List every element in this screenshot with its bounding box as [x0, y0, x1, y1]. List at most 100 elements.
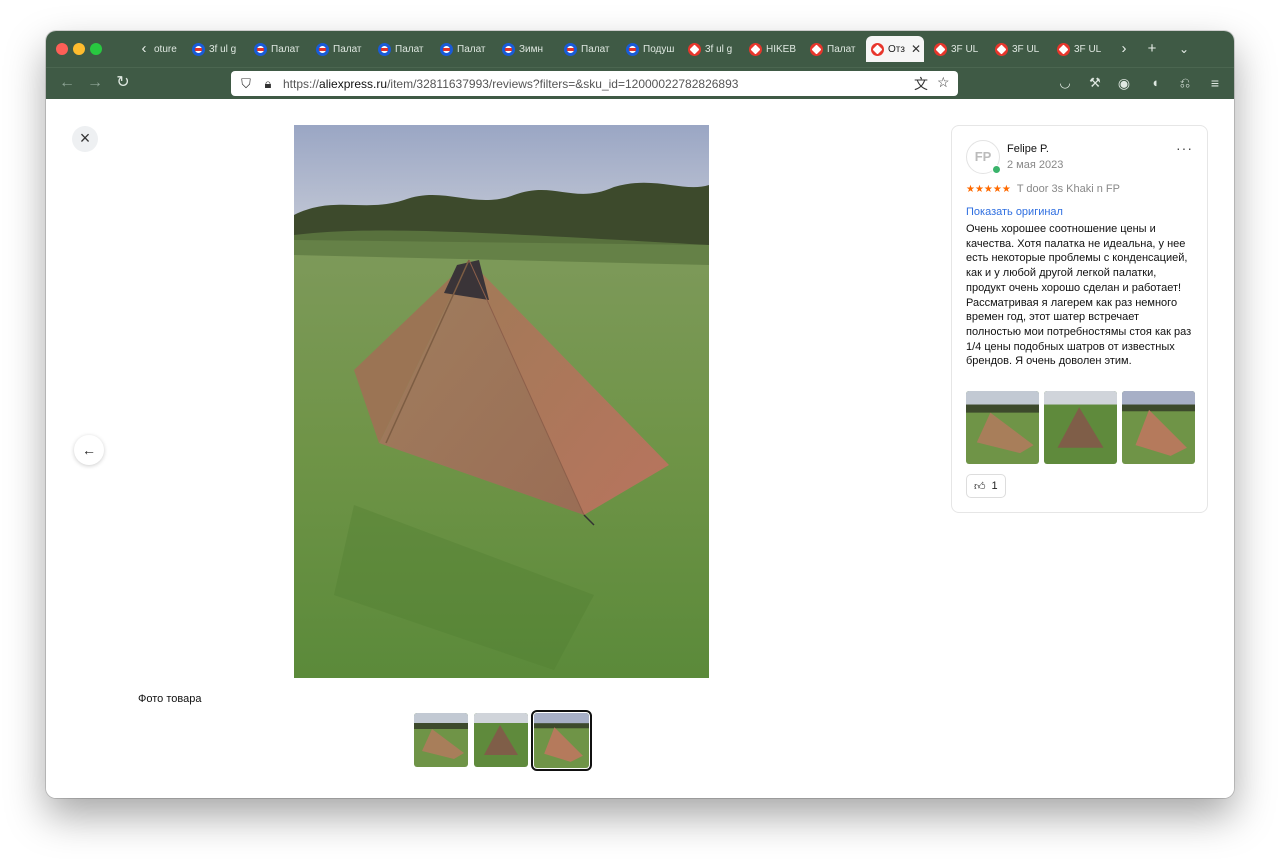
review-photo-1[interactable]	[966, 391, 1039, 464]
privacy-shield-icon[interactable]: ◖	[1144, 72, 1166, 94]
main-product-photo	[294, 125, 709, 678]
review-photo-2[interactable]	[1044, 391, 1117, 464]
review-author[interactable]: Felipe P.	[1007, 143, 1049, 155]
reload-icon[interactable]: ↻	[112, 72, 134, 94]
aliexpress-icon	[934, 42, 947, 56]
tab-10[interactable]: HIKEB	[749, 37, 807, 61]
tab-15[interactable]: 3F UL	[1057, 37, 1113, 61]
thumbs-up-icon: 👍︎	[974, 480, 986, 493]
wrench-icon[interactable]: ⚒	[1084, 72, 1106, 94]
review-text: Очень хорошее соотношение цены и качеств…	[966, 223, 1192, 368]
url-text[interactable]: https://aliexpress.ru/item/32811637993/r…	[283, 77, 738, 91]
aliexpress-icon	[810, 42, 823, 56]
photo-thumbnail-2[interactable]	[474, 713, 528, 767]
close-icon[interactable]: ×	[72, 126, 98, 152]
tent-photo-image	[294, 125, 709, 678]
ozon-icon	[564, 42, 577, 56]
review-date: 2 мая 2023	[1007, 159, 1064, 171]
tab-label: 3F UL	[951, 43, 979, 55]
zoom-window-button[interactable]	[90, 43, 102, 55]
tab-5[interactable]: Палат	[440, 37, 498, 61]
url-path: /item/32811637993/reviews?filters=&sku_i…	[387, 76, 739, 91]
back-arrow-icon[interactable]: ←	[56, 72, 78, 94]
tab-9[interactable]: 3f ul g	[688, 37, 746, 61]
url-scheme: https://	[283, 76, 320, 91]
aliexpress-icon	[688, 42, 701, 56]
url-host: aliexpress.ru	[319, 76, 388, 91]
lock-icon[interactable]: 🔒︎	[261, 76, 275, 92]
tab-label: Палат	[581, 43, 610, 55]
menu-icon[interactable]: ≡	[1204, 72, 1226, 94]
aliexpress-icon	[1057, 42, 1070, 56]
tab-label: Палат	[333, 43, 362, 55]
forward-arrow-icon[interactable]: →	[84, 72, 106, 94]
ozon-icon	[502, 42, 515, 56]
tab-0[interactable]: oture	[154, 37, 178, 61]
pocket-icon[interactable]: ◡	[1054, 72, 1076, 94]
ozon-icon	[316, 42, 329, 56]
scroll-tabs-right-icon[interactable]: ›	[1114, 38, 1134, 60]
tab-4[interactable]: Палат	[378, 37, 436, 61]
translate-icon[interactable]: 文	[914, 74, 928, 94]
scroll-tabs-left-icon[interactable]: ‹	[134, 38, 154, 60]
star-rating: ★★★★★	[966, 183, 1011, 195]
address-bar[interactable]: ⛉ 🔒︎ https://aliexpress.ru/item/32811637…	[231, 71, 958, 96]
navigation-bar: ← → ↻ ⛉ 🔒︎ https://aliexpress.ru/item/32…	[46, 67, 1234, 99]
show-original-link[interactable]: Показать оригинал	[966, 206, 1063, 218]
tab-label: Палат	[827, 43, 856, 55]
rating-row: ★★★★★ T door 3s Khaki n FP	[966, 183, 1120, 195]
tab-active-reviews[interactable]: Отз ✕	[866, 36, 924, 62]
photo-thumbnail-1[interactable]	[414, 713, 468, 767]
tab-2[interactable]: Палат	[254, 37, 312, 61]
aliexpress-icon	[749, 42, 762, 56]
review-photo-thumbnails	[966, 391, 1195, 464]
aliexpress-icon	[995, 42, 1008, 56]
photo-thumbnails	[414, 710, 592, 771]
review-photo-3[interactable]	[1122, 391, 1195, 464]
like-count: 1	[991, 480, 998, 492]
tab-3[interactable]: Палат	[316, 37, 374, 61]
more-options-button[interactable]: ···	[1176, 140, 1193, 156]
close-window-button[interactable]	[56, 43, 68, 55]
tab-label: 3F UL	[1012, 43, 1040, 55]
tab-label: Палат	[395, 43, 424, 55]
account-icon[interactable]: ◉	[1113, 72, 1135, 94]
tab-6[interactable]: Зимн	[502, 37, 560, 61]
ozon-icon	[626, 42, 639, 56]
aliexpress-icon	[871, 42, 884, 56]
tab-label: Палат	[271, 43, 300, 55]
tab-label: Палат	[457, 43, 486, 55]
tab-label: oture	[154, 43, 177, 55]
tab-label: Зимн	[519, 43, 544, 55]
tab-13[interactable]: 3F UL	[934, 37, 990, 61]
tab-1[interactable]: 3f ul g	[192, 37, 250, 61]
tab-11[interactable]: Палат	[810, 37, 866, 61]
list-tabs-chevron-icon[interactable]: ⌄	[1174, 38, 1194, 60]
tab-label: HIKEB	[766, 43, 797, 55]
like-button[interactable]: 👍︎ 1	[966, 474, 1006, 498]
tab-label: Отз	[888, 43, 905, 55]
tab-strip: ‹ oture 3f ul g Палат Палат Палат Палат …	[46, 31, 1234, 67]
close-tab-icon[interactable]: ✕	[911, 42, 921, 56]
browser-window: ‹ oture 3f ul g Палат Палат Палат Палат …	[46, 31, 1234, 798]
tab-8[interactable]: Подуш	[626, 37, 684, 61]
bookmark-star-icon[interactable]: ☆	[937, 74, 950, 91]
new-tab-icon[interactable]: +	[1142, 38, 1162, 60]
product-variant: T door 3s Khaki n FP	[1016, 183, 1120, 195]
ozon-icon	[440, 42, 453, 56]
verified-badge-icon	[992, 165, 1001, 174]
photo-thumbnail-3[interactable]	[531, 710, 592, 771]
review-card: FP Felipe P. 2 мая 2023 ··· ★★★★★ T door…	[951, 125, 1208, 513]
extensions-icon[interactable]: ⎌	[1174, 72, 1196, 94]
previous-photo-arrow-icon[interactable]: ←	[74, 435, 104, 465]
ozon-icon	[378, 42, 391, 56]
shield-icon[interactable]: ⛉	[239, 76, 253, 92]
ozon-icon	[254, 42, 267, 56]
tab-label: Подуш	[643, 43, 675, 55]
tab-label: 3f ul g	[209, 43, 237, 55]
photo-caption: Фото товара	[138, 693, 202, 705]
tab-14[interactable]: 3F UL	[995, 37, 1051, 61]
minimize-window-button[interactable]	[73, 43, 85, 55]
tab-7[interactable]: Палат	[564, 37, 622, 61]
tab-label: 3F UL	[1074, 43, 1102, 55]
